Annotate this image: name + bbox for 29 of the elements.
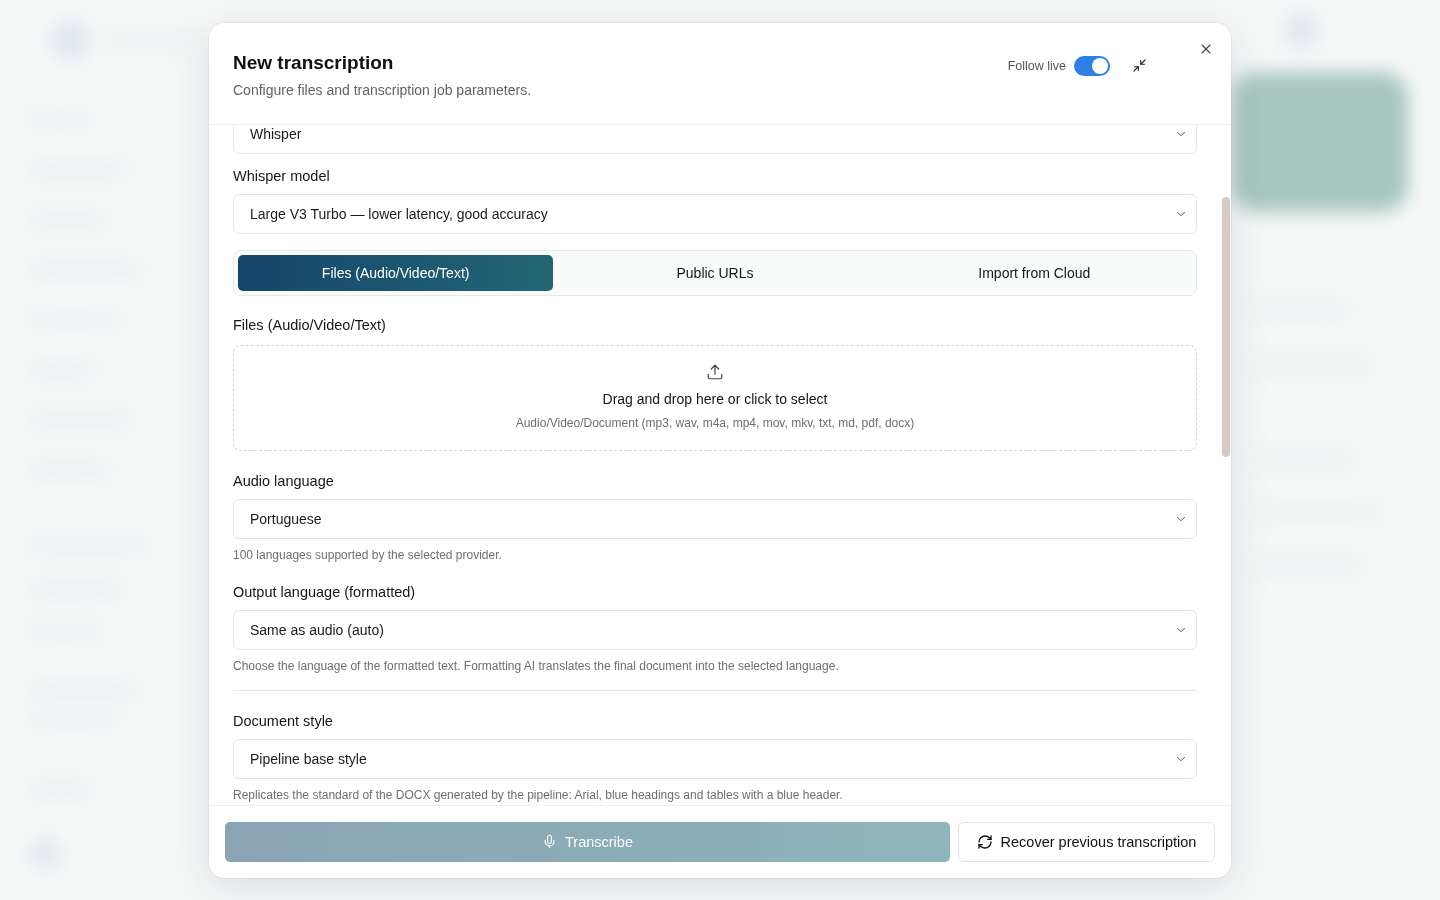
source-tab[interactable]: Public URLs: [557, 254, 873, 291]
field-label: Document style: [233, 711, 334, 731]
follow-live-label: Follow live: [1007, 57, 1066, 75]
drop-zone-formats: Audio/Video/Document (mp3, wav, m4a, mp4, mov, mkv, txt, md, pdf, docx): [515, 414, 915, 431]
toggle-switch[interactable]: [1074, 55, 1110, 76]
upload-icon: [706, 362, 724, 381]
drop-zone[interactable]: Drag and drop here or click to select Audio/Video/Document (mp3, wav, m4a, mp4, mov, mkv, txt, md, pdf, docx): [233, 344, 1197, 451]
field-label: Files (Audio/Video/Text): [233, 315, 387, 335]
field-label: Audio language: [233, 471, 335, 491]
scrollbar-thumb[interactable]: [1222, 196, 1230, 457]
select-field[interactable]: Portuguese: [233, 498, 1197, 539]
recover-button[interactable]: Recover previous transcription: [958, 821, 1215, 862]
refresh-icon: [976, 833, 993, 850]
dialog-title: New transcription: [233, 50, 395, 75]
field-label: Output language (formatted): [233, 582, 417, 602]
select-field[interactable]: Large V3 Turbo — lower latency, good accuracy: [233, 193, 1197, 234]
field-hint: Choose the language of the formatted text. Formatting AI translates the final document into the selected language.: [233, 657, 840, 674]
drop-zone-title: Drag and drop here or click to select: [602, 389, 828, 409]
source-tab[interactable]: Import from Cloud: [876, 254, 1192, 291]
field-hint: 100 languages supported by the selected provider.: [233, 546, 503, 563]
select-field[interactable]: Pipeline base style: [233, 738, 1197, 779]
dialog-subtitle: Configure files and transcription job parameters.: [233, 80, 532, 100]
select-field[interactable]: Whisper: [233, 124, 1197, 154]
field-label: Whisper model: [233, 166, 331, 186]
select-field[interactable]: Same as audio (auto): [233, 609, 1197, 650]
microphone-icon: [542, 834, 557, 849]
source-tab[interactable]: Files (Audio/Video/Text): [238, 254, 554, 291]
field-hint: Replicates the standard of the DOCX generated by the pipeline: Arial, blue headings and tables with a blue header.: [233, 786, 844, 803]
minimize-icon[interactable]: [1132, 58, 1147, 73]
